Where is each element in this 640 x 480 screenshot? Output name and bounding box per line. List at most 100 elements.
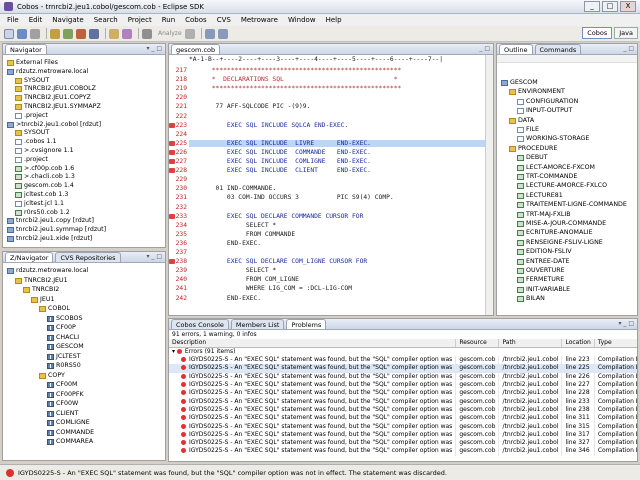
znavigator-item[interactable]: rdzutz.metroware.local xyxy=(7,267,88,275)
menu-cvs[interactable]: CVS xyxy=(212,16,236,24)
code-line[interactable]: EXEC SQL DECLARE COMMANDE CURSOR FOR xyxy=(189,213,485,221)
navigator-item[interactable]: >.cf00p.cob 1.6 xyxy=(15,165,74,173)
menu-help[interactable]: Help xyxy=(321,16,347,24)
column-description[interactable]: Description xyxy=(169,339,457,348)
perspective-java[interactable]: Java xyxy=(614,27,638,39)
code-line[interactable]: EXEC SQL INCLUDE COMLIGNE END-EXEC. xyxy=(189,158,485,166)
code-line[interactable]: SELECT * xyxy=(189,222,485,230)
menu-run[interactable]: Run xyxy=(157,16,180,24)
wrench-icon[interactable] xyxy=(142,28,152,39)
debug-icon[interactable] xyxy=(76,28,86,39)
table-row[interactable]: IGYDS0225-S - An "EXEC SQL" statement wa… xyxy=(169,447,637,456)
editor-window-controls[interactable]: _ □ xyxy=(479,45,490,52)
pin-icon[interactable] xyxy=(184,28,195,39)
tab-commands[interactable]: Commands xyxy=(534,44,582,54)
tab-navigator[interactable]: Navigator xyxy=(5,44,47,54)
navigator-item[interactable]: tnrcbi2.jeu1.symmap [rdzut] xyxy=(7,226,106,234)
outline-item[interactable]: TRAITEMENT-LIGNE-COMMANDE xyxy=(517,201,627,209)
navigator-item[interactable]: jcltest.jcl 1.1 xyxy=(15,200,64,208)
error-marker-icon[interactable] xyxy=(169,159,175,164)
maximize-button[interactable]: □ xyxy=(602,1,618,12)
code-line[interactable] xyxy=(189,94,485,102)
code-line[interactable]: 77 AFF-SQLCODE PIC -(9)9. xyxy=(189,103,485,111)
outline-item[interactable]: ECRITURE-ANOMALIE xyxy=(517,229,593,237)
code-line[interactable]: 01 IND-COMMANDE. xyxy=(189,185,485,193)
znavigator-item[interactable]: CF00P xyxy=(47,324,76,332)
znavigator-item[interactable]: JEU1 xyxy=(31,296,54,304)
table-row[interactable]: IGYDS0225-S - An "EXEC SQL" statement wa… xyxy=(169,422,637,431)
znavigator-item[interactable]: TNRCBI2 xyxy=(23,286,59,294)
outline-item[interactable]: WORKING-STORAGE xyxy=(517,135,589,143)
outline-item[interactable]: OUVERTURE xyxy=(517,267,565,275)
code-line[interactable]: FROM COM_LIGNE xyxy=(189,276,485,284)
znavigator-item[interactable]: COBOL xyxy=(39,305,70,313)
table-row[interactable]: IGYDS0225-S - An "EXEC SQL" statement wa… xyxy=(169,372,637,381)
table-row[interactable]: IGYDS0225-S - An "EXEC SQL" statement wa… xyxy=(169,389,637,398)
error-marker-icon[interactable] xyxy=(169,213,175,219)
znavigator-item[interactable]: JCLTEST xyxy=(47,353,81,361)
code-line[interactable] xyxy=(189,176,485,184)
menu-edit[interactable]: Edit xyxy=(24,16,48,24)
navigator-item[interactable]: TNRCBI2.JEU1.SYMMAPZ xyxy=(15,103,101,111)
error-marker-icon[interactable] xyxy=(169,259,175,265)
outline-item[interactable]: LECTURE81 xyxy=(517,192,563,200)
znavigator-item[interactable]: CLIENT xyxy=(47,410,78,418)
menu-cobos[interactable]: Cobos xyxy=(180,16,212,24)
outline-item[interactable]: FILE xyxy=(517,126,539,134)
code-line[interactable]: END-EXEC. xyxy=(189,295,485,303)
code-line[interactable] xyxy=(189,249,485,257)
outline-item[interactable]: BILAN xyxy=(517,295,545,303)
menu-window[interactable]: Window xyxy=(283,16,321,24)
view-menu-icon[interactable]: ▾ _ □ xyxy=(619,320,635,327)
column-path[interactable]: Path xyxy=(498,339,563,348)
navigator-item[interactable]: .cobos 1.1 xyxy=(15,138,56,146)
code-line[interactable] xyxy=(189,131,485,139)
view-menu-icon[interactable]: ▾ _ □ xyxy=(147,253,163,260)
menu-metroware[interactable]: Metroware xyxy=(236,16,283,24)
build-icon[interactable] xyxy=(50,28,60,39)
run-icon[interactable] xyxy=(63,28,73,39)
outline-item[interactable]: DEBUT xyxy=(517,154,548,162)
znavigator-item[interactable]: COMLIGNE xyxy=(47,419,90,427)
perspective-cobos[interactable]: Cobos xyxy=(582,27,613,39)
znavigator-item[interactable]: CF00W xyxy=(47,400,78,408)
new-icon[interactable] xyxy=(4,28,14,39)
editor-scrollbar[interactable] xyxy=(485,55,493,315)
column-type[interactable]: Type xyxy=(594,339,637,348)
table-row[interactable]: IGYDS0225-S - An "EXEC SQL" statement wa… xyxy=(169,438,637,448)
menu-navigate[interactable]: Navigate xyxy=(47,16,88,24)
code-line[interactable]: ****************************************… xyxy=(189,85,485,93)
znavigator-item[interactable]: TNRCBI2.JEU1 xyxy=(15,277,68,285)
outline-item[interactable]: INIT-VARIABLE xyxy=(517,286,570,294)
menu-search[interactable]: Search xyxy=(89,16,123,24)
znavigator-item[interactable]: CF00M xyxy=(47,381,77,389)
navigator-item[interactable]: SYSOUT xyxy=(15,129,49,137)
code-editor[interactable]: *A-1-B--+----2----+----3----+----4----+-… xyxy=(169,55,493,315)
code-line[interactable]: EXEC SQL INCLUDE CLIENT END-EXEC. xyxy=(189,167,485,175)
menu-project[interactable]: Project xyxy=(123,16,157,24)
tab-gescom-cob[interactable]: gescom.cob xyxy=(171,44,221,54)
search-icon[interactable] xyxy=(122,28,132,39)
navigator-item[interactable]: SYSOUT xyxy=(15,77,49,85)
tab-outline[interactable]: Outline xyxy=(499,44,533,54)
table-row[interactable]: IGYDS0225-S - An "EXEC SQL" statement wa… xyxy=(169,405,637,415)
menu-file[interactable]: File xyxy=(2,16,24,24)
outline-item[interactable]: TRT-COMMANDE xyxy=(517,173,577,181)
navigator-item[interactable]: TNRCBI2.JEU1.COPYZ xyxy=(15,94,91,102)
tab-problems[interactable]: Problems xyxy=(286,319,327,329)
column-location[interactable]: Location xyxy=(561,339,595,348)
navigator-item[interactable]: .project xyxy=(15,156,48,164)
error-marker-icon[interactable] xyxy=(169,122,175,128)
error-group-row[interactable]: ▾ Errors (91 items) xyxy=(169,347,637,356)
outline-item[interactable]: ENVIRONMENT xyxy=(509,88,565,96)
table-row[interactable]: IGYDS0225-S - An "EXEC SQL" statement wa… xyxy=(169,364,637,373)
code-line[interactable]: WHERE LIG_COM = :DCL-LIG-COM xyxy=(189,285,485,293)
tab-cvs-repositories[interactable]: CVS Repositories xyxy=(55,252,121,262)
outline-item[interactable]: CONFIGURATION xyxy=(517,98,578,106)
back-icon[interactable] xyxy=(204,28,215,39)
table-row[interactable]: IGYDS0225-S - An "EXEC SQL" statement wa… xyxy=(169,430,637,439)
navigator-item[interactable]: jcltest.cob 1.3 xyxy=(15,191,68,199)
table-row[interactable]: IGYDS0225-S - An "EXEC SQL" statement wa… xyxy=(169,414,637,423)
code-line[interactable]: FROM COMMANDE xyxy=(189,231,485,239)
outline-item[interactable]: INPUT-OUTPUT xyxy=(517,107,572,115)
